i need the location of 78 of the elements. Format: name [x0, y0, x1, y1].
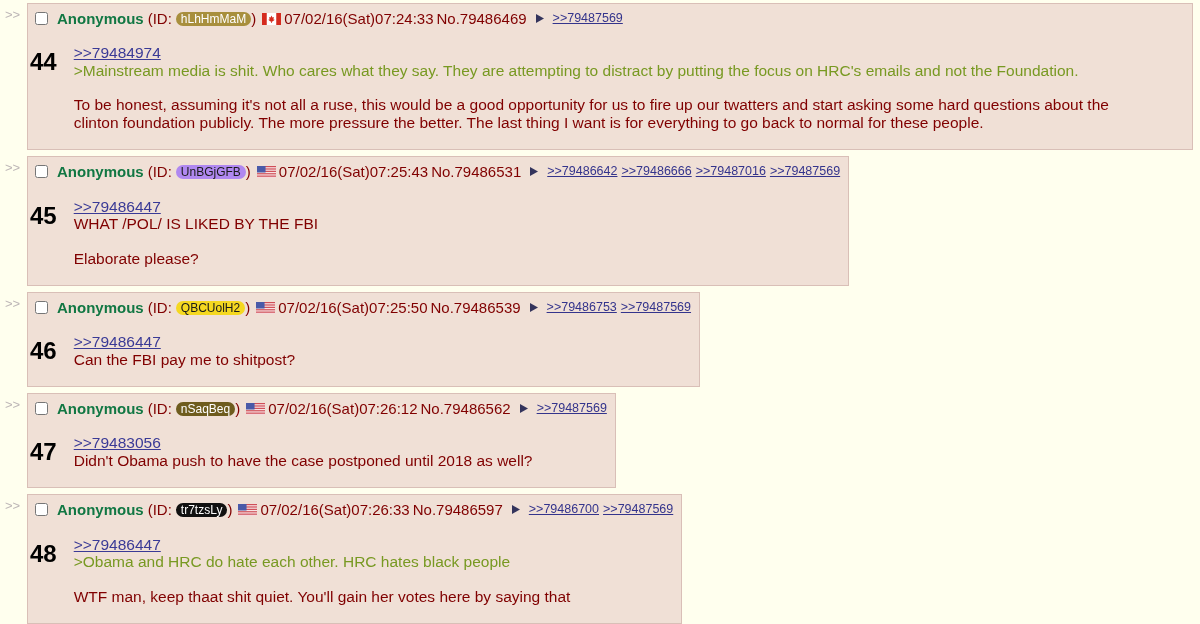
- reply-number: 46: [30, 337, 57, 366]
- post-number-link[interactable]: No.79486597: [412, 501, 503, 519]
- poster-id-tag: QBCUolH2: [175, 300, 246, 315]
- poster-id-tag: nSaqBeq: [175, 401, 236, 416]
- id-close-paren: ): [251, 10, 257, 28]
- triangle-icon[interactable]: [530, 167, 539, 177]
- greentext-line: >Mainstream media is shit. Who cares what they say. They are attempting to distract by putting the focus on HRC's emails and not the Foundation.: [73, 61, 1079, 80]
- reply-number: 47: [30, 438, 57, 467]
- reply-number: 45: [30, 201, 57, 230]
- post-date: 07/02/16(Sat)07:25:50: [278, 299, 428, 317]
- quote-link[interactable]: >>79486447: [73, 197, 161, 215]
- backlink[interactable]: >>79487569: [552, 10, 623, 28]
- quote-link[interactable]: >>79483056: [73, 434, 161, 452]
- backlink[interactable]: >>79486700: [528, 501, 600, 519]
- post-number-link[interactable]: No.79486562: [420, 400, 511, 418]
- backlink[interactable]: >>79487569: [620, 299, 692, 317]
- post-date: 07/02/16(Sat)07:25:43: [278, 163, 429, 181]
- backlink[interactable]: >>79487016: [695, 163, 766, 181]
- backlink[interactable]: >>79487569: [603, 501, 674, 519]
- us-flag-icon: [256, 301, 276, 314]
- post-date: 07/02/16(Sat)07:26:12: [268, 400, 418, 418]
- side-arrows: >>: [4, 497, 22, 515]
- post-number-link[interactable]: No.79486469: [436, 10, 527, 28]
- message-text: To be honest, assuming it's not all a ruse, this would be a good opportunity for us to fire up our twatters and start asking some hard questions about the clinton foundation publicly. The more pressure the better. The last thing I want is for everything to go back to normal for these people.: [73, 96, 1110, 132]
- us-flag-icon: [238, 503, 258, 516]
- triangle-icon[interactable]: [535, 14, 544, 24]
- us-flag-icon: [256, 165, 276, 178]
- post-checkbox[interactable]: [35, 503, 48, 517]
- backlink[interactable]: >>79486666: [621, 163, 692, 181]
- post-date: 07/02/16(Sat)07:26:33: [260, 501, 410, 519]
- id-close-paren: ): [245, 163, 251, 181]
- id-close-paren: ): [227, 501, 233, 519]
- reply-number: 44: [30, 48, 57, 77]
- quote-link[interactable]: >>79484974: [73, 44, 161, 62]
- poster-id-tag: hLhHmMaM: [175, 11, 252, 26]
- triangle-icon[interactable]: [519, 404, 528, 414]
- side-arrows: >>: [4, 159, 22, 177]
- backlink[interactable]: >>79486753: [546, 299, 617, 317]
- canada-flag-icon: [262, 12, 282, 25]
- post-checkbox[interactable]: [35, 12, 48, 26]
- id-label: (ID:: [147, 400, 172, 418]
- poster-name: Anonymous: [57, 163, 144, 181]
- us-flag-icon: [246, 402, 266, 415]
- triangle-icon[interactable]: [511, 505, 520, 515]
- backlink[interactable]: >>79487569: [536, 400, 607, 418]
- post-number-link[interactable]: No.79486539: [430, 299, 521, 317]
- poster-name: Anonymous: [57, 10, 144, 28]
- post-number-link[interactable]: No.79486531: [431, 163, 522, 181]
- post-checkbox[interactable]: [35, 402, 48, 416]
- poster-name: Anonymous: [57, 501, 144, 519]
- id-close-paren: ): [235, 400, 241, 418]
- poster-id-tag: UnBGjGFB: [175, 164, 246, 179]
- message-text: Can the FBI pay me to shitpost?: [73, 350, 296, 369]
- message-text: WTF man, keep thaat shit quiet. You'll gain her votes here by saying that: [73, 587, 571, 606]
- side-arrows: >>: [4, 295, 22, 313]
- message-text: Elaborate please?: [73, 249, 199, 268]
- side-arrows: >>: [4, 6, 22, 24]
- message-text: Didn't Obama push to have the case postponed until 2018 as well?: [73, 451, 533, 470]
- id-label: (ID:: [147, 299, 172, 317]
- id-label: (ID:: [147, 163, 172, 181]
- message-text: WHAT /POL/ IS LIKED BY THE FBI: [73, 214, 319, 233]
- post-date: 07/02/16(Sat)07:24:33: [284, 10, 434, 28]
- id-label: (ID:: [147, 10, 172, 28]
- triangle-icon[interactable]: [529, 303, 538, 313]
- poster-name: Anonymous: [57, 400, 144, 418]
- post-checkbox[interactable]: [35, 165, 48, 179]
- id-label: (ID:: [147, 501, 172, 519]
- quote-link[interactable]: >>79486447: [73, 535, 161, 553]
- backlink[interactable]: >>79486642: [547, 163, 618, 181]
- id-close-paren: ): [245, 299, 251, 317]
- reply-number: 48: [30, 539, 57, 568]
- post-checkbox[interactable]: [35, 301, 48, 315]
- side-arrows: >>: [4, 396, 22, 414]
- quote-link[interactable]: >>79486447: [73, 333, 161, 351]
- backlink[interactable]: >>79487569: [769, 163, 841, 181]
- greentext-line: >Obama and HRC do hate each other. HRC hates black people: [73, 552, 511, 571]
- poster-id-tag: tr7tzsLy: [175, 502, 228, 517]
- poster-name: Anonymous: [57, 299, 144, 317]
